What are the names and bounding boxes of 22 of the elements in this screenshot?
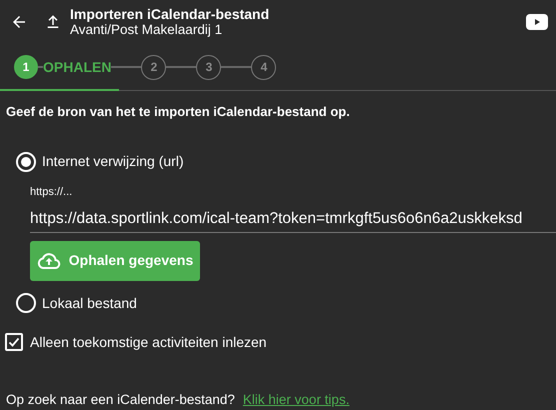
fetch-data-button[interactable]: Ophalen gegevens [30, 240, 200, 281]
window-subtitle: Avanti/Post Makelaardij 1 [70, 22, 224, 38]
video-play-icon[interactable] [526, 14, 548, 30]
checkbox-label: Alleen toekomstige activiteiten inlezen [30, 332, 267, 352]
radio-button[interactable] [16, 293, 36, 314]
checkmark-icon [8, 336, 20, 348]
step-number[interactable]: 3 [196, 54, 222, 80]
radio-button[interactable] [16, 152, 36, 172]
step-number[interactable]: 2 [141, 54, 166, 80]
field-label: https://... [30, 185, 74, 200]
step-number[interactable]: 4 [251, 54, 276, 80]
step-label: OPHALEN [43, 58, 112, 77]
window-title: Importeren iCalendar-bestand [70, 6, 270, 22]
radio-label: Lokaal bestand [42, 294, 137, 313]
cloud-upload-icon [36, 252, 61, 270]
tips-link[interactable]: Klik hier voor tips. [242, 390, 350, 410]
url-input-field[interactable]: https://data.sportlink.com/ical-team?token=tmrkgft5us6o6n6a2uskkeksd [30, 204, 556, 233]
checkbox[interactable] [5, 333, 23, 352]
step-number[interactable]: 1 [14, 55, 38, 80]
radio-label: Internet verwijzing (url) [42, 152, 184, 172]
footer-text: Op zoek naar een iCalender-bestand? [6, 390, 235, 409]
instruction-text: Geef de bron van het te importen iCalendar-bestand op. [6, 104, 350, 120]
